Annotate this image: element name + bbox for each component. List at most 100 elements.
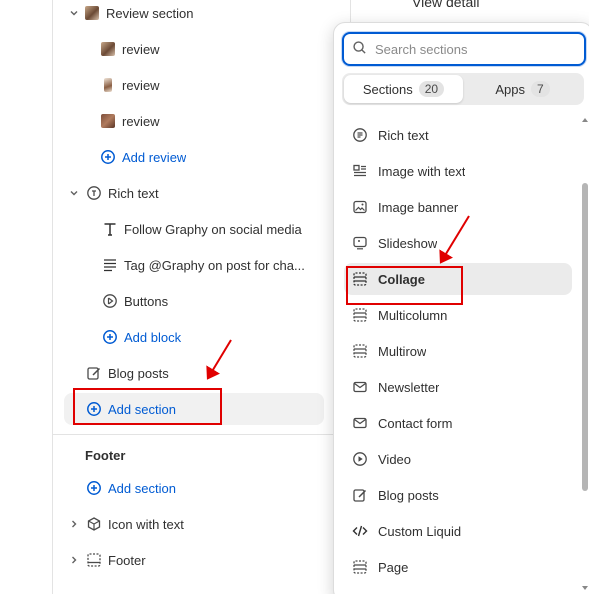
tree-item-label: Blog posts <box>108 365 169 381</box>
scrollbar-thumb[interactable] <box>582 183 588 491</box>
list-item-image-with-text[interactable]: Image with text <box>344 155 572 187</box>
list-item-blog-posts[interactable]: Blog posts <box>344 479 572 511</box>
tree-item-label: Follow Graphy on social media <box>124 221 302 237</box>
review-thumbnail-icon <box>84 5 100 21</box>
list-item-slideshow[interactable]: Slideshow <box>344 227 572 259</box>
mail-icon <box>352 415 368 431</box>
tree-item-label: review <box>122 77 160 93</box>
icon-with-text-icon <box>86 516 102 532</box>
layout-icon <box>352 559 368 575</box>
list-item-label: Video <box>378 451 412 467</box>
plus-circle-icon <box>102 329 118 345</box>
edit-icon <box>86 365 102 381</box>
list-item-contact-form[interactable]: Contact form <box>344 407 572 439</box>
count-badge: 20 <box>418 81 445 97</box>
list-item-page[interactable]: Page <box>344 551 572 583</box>
text-block-icon <box>352 127 368 143</box>
tree-item-follow-graphy[interactable]: Follow Graphy on social media <box>102 213 324 245</box>
tree-item-label: review <box>122 41 160 57</box>
count-badge: 7 <box>530 81 550 97</box>
tab-label: Sections <box>362 81 413 97</box>
section-tree: Review section review review review Add … <box>0 0 340 594</box>
section-divider <box>52 434 340 435</box>
tree-item-buttons[interactable]: Buttons <box>102 285 324 317</box>
tree-item-label: Tag @Graphy on post for cha... <box>124 257 305 273</box>
play-icon <box>352 451 368 467</box>
list-item-multirow[interactable]: Multirow <box>344 335 572 367</box>
layout-icon <box>352 307 368 323</box>
tab-apps[interactable]: Apps 7 <box>463 75 582 103</box>
list-item-label: Rich text <box>378 127 429 143</box>
button-icon <box>102 293 118 309</box>
add-review-button[interactable]: Add review <box>100 141 324 173</box>
list-item-video[interactable]: Video <box>344 443 572 475</box>
tree-item-label: Review section <box>106 5 194 21</box>
image-icon <box>352 199 368 215</box>
chevron-right-icon[interactable] <box>68 554 80 566</box>
chevron-down-icon[interactable] <box>68 187 80 199</box>
annotation-box-collage <box>346 266 463 305</box>
list-item-newsletter[interactable]: Newsletter <box>344 371 572 403</box>
tree-item-review-1[interactable]: review <box>100 33 324 65</box>
footer-add-section-label: Add section <box>108 480 176 496</box>
scroll-down-arrow[interactable] <box>582 586 588 590</box>
rich-text-icon <box>86 185 102 201</box>
text-icon <box>102 221 118 237</box>
plus-circle-icon <box>100 149 116 165</box>
scroll-up-arrow[interactable] <box>582 118 588 122</box>
tree-item-icon-with-text[interactable]: Icon with text <box>86 508 324 540</box>
add-section-popover: Sections 20 Apps 7 Rich text Image with … <box>333 22 589 594</box>
list-item-label: Newsletter <box>378 379 440 395</box>
tree-item-review-section[interactable]: Review section <box>84 0 324 29</box>
slideshow-icon <box>352 235 368 251</box>
search-input[interactable] <box>375 41 565 57</box>
list-item-label: Slideshow <box>378 235 438 251</box>
tab-sections[interactable]: Sections 20 <box>344 75 463 103</box>
review-thumbnail-icon <box>100 41 116 57</box>
view-detail-link[interactable]: View detail <box>412 0 479 10</box>
plus-circle-icon <box>86 480 102 496</box>
tree-item-tag-graphy[interactable]: Tag @Graphy on post for cha... <box>102 249 324 281</box>
review-thumbnail-icon <box>100 77 116 93</box>
tree-item-blog-posts[interactable]: Blog posts <box>86 357 324 389</box>
code-icon <box>352 523 368 539</box>
list-item-image-banner[interactable]: Image banner <box>344 191 572 223</box>
chevron-down-icon[interactable] <box>68 7 80 19</box>
list-item-custom-liquid[interactable]: Custom Liquid <box>344 515 572 547</box>
list-item-rich-text[interactable]: Rich text <box>344 119 572 151</box>
tree-item-review-3[interactable]: review <box>100 105 324 137</box>
section-tabs: Sections 20 Apps 7 <box>342 73 584 105</box>
add-block-label: Add block <box>124 329 182 345</box>
tree-item-label: review <box>122 113 160 129</box>
tree-divider <box>52 0 53 594</box>
tree-item-footer[interactable]: Footer <box>86 544 324 576</box>
tree-item-label: Rich text <box>108 185 159 201</box>
add-review-label: Add review <box>122 149 187 165</box>
list-item-label: Image banner <box>378 199 459 215</box>
chevron-right-icon[interactable] <box>68 518 80 530</box>
add-block-button[interactable]: Add block <box>102 321 324 353</box>
mail-icon <box>352 379 368 395</box>
tab-label: Apps <box>495 81 525 97</box>
tree-item-label: Footer <box>108 552 146 568</box>
list-item-label: Blog posts <box>378 487 439 503</box>
tree-item-rich-text[interactable]: Rich text <box>86 177 324 209</box>
list-item-label: Image with text <box>378 163 466 179</box>
list-item-label: Page <box>378 559 409 575</box>
image-with-text-icon <box>352 163 368 179</box>
search-box[interactable] <box>342 32 586 66</box>
list-item-label: Contact form <box>378 415 453 431</box>
tree-item-label: Icon with text <box>108 516 184 532</box>
footer-group-title: Footer <box>85 448 126 463</box>
tree-item-review-2[interactable]: review <box>100 69 324 101</box>
layout-footer-icon <box>86 552 102 568</box>
list-item-label: Multirow <box>378 343 427 359</box>
footer-add-section-button[interactable]: Add section <box>86 472 324 504</box>
annotation-box-add-section <box>73 388 222 425</box>
paragraph-icon <box>102 257 118 273</box>
search-icon <box>352 40 367 58</box>
list-item-label: Custom Liquid <box>378 523 462 539</box>
list-item-label: Multicolumn <box>378 307 448 323</box>
tree-item-label: Buttons <box>124 293 169 309</box>
review-thumbnail-icon <box>100 113 116 129</box>
